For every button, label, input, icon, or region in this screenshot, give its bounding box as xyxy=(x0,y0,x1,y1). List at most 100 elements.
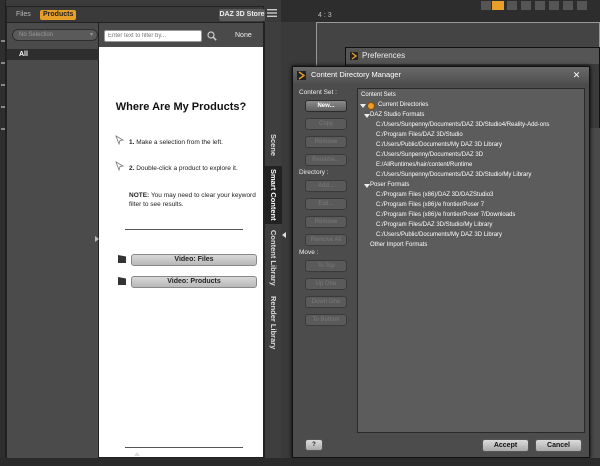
tree-root-label: Content Sets xyxy=(361,92,396,98)
tool-icon[interactable] xyxy=(1,128,5,130)
copy-button[interactable]: Copy xyxy=(305,118,347,130)
pane-menu-icon[interactable] xyxy=(266,8,278,18)
viewport-button[interactable] xyxy=(563,1,573,10)
category-selector[interactable]: No Selection ▾ xyxy=(12,29,98,41)
product-content-area: Where Are My Products? 1. Make a selecti… xyxy=(99,47,263,457)
remove-set-button[interactable]: Remove xyxy=(305,136,347,148)
chevron-down-icon: ▾ xyxy=(89,32,93,38)
accept-button[interactable]: Accept xyxy=(482,439,529,452)
directory-label: Directory : xyxy=(299,169,329,176)
note-label: NOTE: xyxy=(129,192,150,199)
step-1: 1. Make a selection from the left. xyxy=(129,138,257,147)
video-files-button[interactable]: Video: Files xyxy=(131,254,257,266)
tool-icon[interactable] xyxy=(1,62,5,64)
viewport-button[interactable] xyxy=(577,1,587,10)
cursor-pointer-icon xyxy=(115,161,125,171)
tab-render-library[interactable]: Render Library xyxy=(265,292,282,354)
divider xyxy=(125,447,243,448)
page-title: Where Are My Products? xyxy=(115,101,247,113)
step-1-number: 1. xyxy=(129,139,135,146)
tree-item-poser-formats[interactable]: Poser Formats xyxy=(370,182,409,188)
status-bar xyxy=(0,458,600,466)
note: NOTE: You may need to clear your keyword… xyxy=(129,191,257,209)
tree-item-path[interactable]: C:/Users/Sunpenny/Documents/DAZ 3D/Studi… xyxy=(376,122,549,128)
sort-none-label[interactable]: None xyxy=(235,32,252,39)
new-button[interactable]: New... xyxy=(305,100,347,112)
step-2-number: 2. xyxy=(129,165,135,172)
tab-products[interactable]: Products xyxy=(40,10,77,20)
viewport-button[interactable] xyxy=(521,1,531,10)
help-button[interactable]: ? xyxy=(305,439,323,451)
dialog-button-column: Content Set : New... Copy Remove Rename.… xyxy=(299,89,355,419)
tree-item-path[interactable]: C:/Users/Public/Documents/My DAZ 3D Libr… xyxy=(376,232,502,238)
remove-directory-button[interactable]: Remove xyxy=(305,216,347,228)
step-2-text: Double-click a product to explore it. xyxy=(136,165,238,172)
film-clapper-icon xyxy=(118,277,126,285)
to-top-button[interactable]: To Top xyxy=(305,260,347,272)
daz-store-button[interactable]: DAZ 3D Store xyxy=(219,9,265,21)
close-icon[interactable]: ✕ xyxy=(571,70,582,80)
divider xyxy=(125,229,243,230)
tab-scene[interactable]: Scene xyxy=(265,124,282,166)
pane-header: Files Products DAZ 3D Store xyxy=(7,7,265,23)
pane-splitter-arrow[interactable] xyxy=(95,236,99,242)
tree-item-path[interactable]: C:/Program Files/DAZ 3D/Studio xyxy=(376,132,463,138)
tab-files[interactable]: Files xyxy=(13,10,34,20)
smart-content-pane: Files Products DAZ 3D Store No Selection… xyxy=(6,6,265,459)
category-item-all[interactable]: All xyxy=(7,49,99,60)
to-bottom-button[interactable]: To Bottom xyxy=(305,314,347,326)
daz-logo-icon xyxy=(350,52,358,60)
expand-triangle-icon[interactable] xyxy=(360,104,366,108)
viewport-button[interactable] xyxy=(549,1,559,10)
tree-item-current-directories[interactable]: Current Directories xyxy=(378,102,428,108)
tool-icon[interactable] xyxy=(1,106,5,108)
tree-item-daz-formats[interactable]: DAZ Studio Formats xyxy=(370,112,424,118)
cancel-button[interactable]: Cancel xyxy=(535,439,582,452)
tool-icon[interactable] xyxy=(1,84,5,86)
viewport-active-button[interactable] xyxy=(492,1,504,10)
category-selector-label: No Selection xyxy=(19,32,54,38)
viewport-button[interactable] xyxy=(507,1,517,10)
step-2: 2. Double-click a product to explore it. xyxy=(129,164,257,173)
tree-item-path[interactable]: C:/Program Files (x86)/e frontier/Poser … xyxy=(376,202,484,208)
remove-all-button[interactable]: Remove All xyxy=(305,234,347,246)
video-products-button[interactable]: Video: Products xyxy=(131,276,257,288)
collapse-arrow-icon[interactable] xyxy=(134,452,140,456)
step-1-text: Make a selection from the left. xyxy=(136,139,223,146)
tab-content-library[interactable]: Content Library xyxy=(265,226,282,290)
add-button[interactable]: Add... xyxy=(305,180,347,192)
up-one-button[interactable]: Up One xyxy=(305,278,347,290)
dialog-title: Content Directory Manager xyxy=(293,67,589,83)
tree-item-path[interactable]: C:/Program Files/DAZ 3D/Studio/My Librar… xyxy=(376,222,492,228)
content-sets-tree[interactable]: Content Sets Current Directories DAZ Stu… xyxy=(357,88,585,433)
tree-item-other-formats[interactable]: Other Import Formats xyxy=(370,242,427,248)
tree-item-path[interactable]: C:/Program Files (x86)/e frontier/Poser … xyxy=(376,212,515,218)
tree-item-path[interactable]: C:/Users/Public/Documents/My DAZ 3D Libr… xyxy=(376,142,502,148)
move-label: Move : xyxy=(299,249,319,256)
daz-logo-icon xyxy=(297,71,306,80)
viewport-button[interactable] xyxy=(535,1,545,10)
tree-item-path[interactable]: C:/Users/Sunpenny/Documents/DAZ 3D/Studi… xyxy=(376,172,531,178)
viewport-button[interactable] xyxy=(481,1,491,10)
current-set-icon xyxy=(367,102,375,110)
rename-button[interactable]: Rename... xyxy=(305,154,347,166)
tree-item-path[interactable]: C:/Program Files (x86)/DAZ 3D/DAZStudio3 xyxy=(376,192,493,198)
filter-input[interactable] xyxy=(104,30,202,42)
search-icon[interactable] xyxy=(207,31,217,41)
tree-item-path[interactable]: C:/Users/Sunpenny/Documents/DAZ 3D xyxy=(376,152,483,158)
side-panel-arrow[interactable] xyxy=(282,232,286,238)
aspect-ratio-label: 4 : 3 xyxy=(318,12,332,19)
side-tab-bar: Scene Smart Content Content Library Rend… xyxy=(264,22,282,458)
content-directory-manager-dialog: Content Directory Manager ✕ Content Set … xyxy=(292,66,590,458)
tree-item-path[interactable]: E:/AllRuntimes/hair/content/Runtime xyxy=(376,162,472,168)
down-one-button[interactable]: Down One xyxy=(305,296,347,308)
tool-icon[interactable] xyxy=(1,40,5,42)
edit-button[interactable]: Edit... xyxy=(305,198,347,210)
note-text: You may need to clear your keyword filte… xyxy=(129,192,256,208)
category-panel: No Selection ▾ All xyxy=(7,23,99,459)
film-clapper-icon xyxy=(118,255,126,263)
cursor-pointer-icon xyxy=(115,135,125,145)
content-set-label: Content Set : xyxy=(299,89,337,96)
tab-smart-content[interactable]: Smart Content xyxy=(265,166,282,224)
preferences-title: Preferences xyxy=(346,48,599,64)
